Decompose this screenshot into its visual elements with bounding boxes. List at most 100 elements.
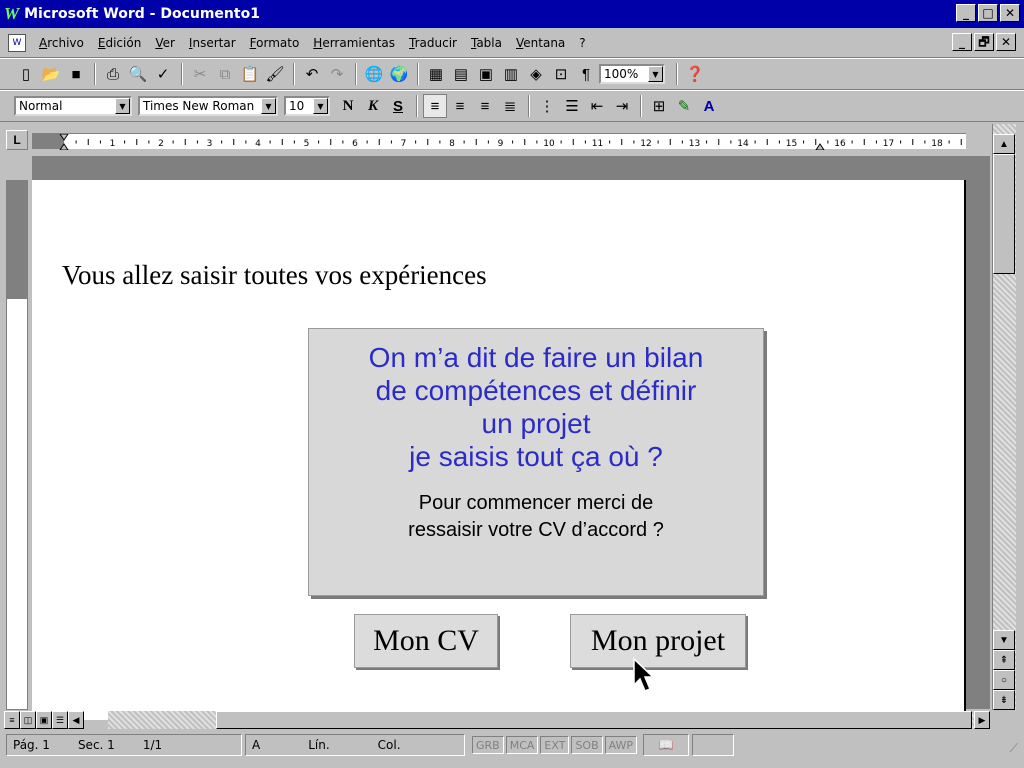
page[interactable]: Vous allez saisir toutes vos expériences… [32, 180, 966, 720]
normal-view-icon[interactable]: ≡ [4, 711, 20, 729]
style-select[interactable]: Normal ▼ [14, 96, 132, 116]
decrease-indent-icon[interactable]: ⇤ [585, 94, 609, 118]
drawing-icon[interactable]: ◈ [524, 62, 548, 86]
browse-object-icon[interactable]: ○ [993, 670, 1015, 690]
web-view-icon[interactable]: ◫ [20, 711, 36, 729]
style-value: Normal [19, 99, 63, 113]
hyperlink-icon[interactable]: 🌐 [362, 62, 386, 86]
chevron-down-icon[interactable]: ▼ [313, 98, 328, 114]
scroll-right-icon[interactable]: ▶ [974, 711, 990, 729]
horizontal-ruler[interactable]: 1 2 3 4 5 6 7 8 9 10 11 12 13 14 15 16 17 18 [32, 133, 966, 150]
maximize-button[interactable]: □ [978, 4, 998, 22]
status-flag-ext[interactable]: EXT [540, 736, 570, 754]
spelling-icon[interactable]: ✓ [151, 62, 175, 86]
zoom-select[interactable]: 100% ▼ [599, 64, 665, 84]
borders-icon[interactable]: ⊞ [647, 94, 671, 118]
ruler-row: L 1 2 3 4 5 6 7 8 9 10 11 12 13 14 15 16 17 18 [0, 124, 1024, 156]
insert-table-icon[interactable]: ▤ [449, 62, 473, 86]
web-toolbar-icon[interactable]: 🌍 [387, 62, 411, 86]
tables-borders-icon[interactable]: ▦ [424, 62, 448, 86]
align-right-icon[interactable]: ≡ [473, 94, 497, 118]
insert-excel-icon[interactable]: ▣ [474, 62, 498, 86]
increase-indent-icon[interactable]: ⇥ [610, 94, 634, 118]
numbering-icon[interactable]: ⋮ [535, 94, 559, 118]
font-value: Times New Roman [143, 99, 255, 113]
menu-ver[interactable]: Ver [148, 36, 182, 50]
open-icon[interactable]: 📂 [39, 62, 63, 86]
highlight-icon[interactable]: ✎ [672, 94, 696, 118]
align-left-icon[interactable]: ≡ [423, 94, 447, 118]
scroll-thumb[interactable] [993, 154, 1015, 274]
next-page-icon[interactable]: ⇟ [993, 690, 1015, 710]
status-page-panel: Pág. 1 Sec. 1 1/1 [6, 734, 242, 756]
print-icon[interactable]: ⎙ [101, 62, 125, 86]
outline-view-icon[interactable]: ☰ [52, 711, 68, 729]
status-empty-panel-2 [737, 734, 947, 756]
copy-icon[interactable]: ⧉ [213, 62, 237, 86]
vertical-ruler[interactable] [6, 180, 28, 710]
pilcrow-icon[interactable]: ¶ [574, 62, 598, 86]
font-select[interactable]: Times New Roman ▼ [138, 96, 278, 116]
underline-button[interactable]: S [386, 94, 410, 118]
status-flag-awp[interactable]: AWP [604, 736, 638, 754]
menu-traducir[interactable]: Traducir [402, 36, 464, 50]
italic-button[interactable]: K [361, 94, 385, 118]
menu-archivo[interactable]: Archivo [32, 36, 91, 50]
bold-button[interactable]: N [336, 94, 360, 118]
scroll-up-icon[interactable]: ▲ [993, 134, 1015, 154]
tab-selector[interactable]: L [6, 130, 28, 150]
chevron-down-icon[interactable]: ▼ [115, 98, 130, 114]
format-painter-icon[interactable]: 🖌 [263, 62, 287, 86]
menu-edicion[interactable]: Edición [91, 36, 148, 50]
align-center-icon[interactable]: ≡ [448, 94, 472, 118]
menu-help[interactable]: ? [572, 36, 592, 50]
redo-icon[interactable]: ↷ [325, 62, 349, 86]
bullets-icon[interactable]: ☰ [560, 94, 584, 118]
status-flag-grb[interactable]: GRB [472, 736, 504, 754]
status-flag-sob[interactable]: SOB [571, 736, 603, 754]
help-icon[interactable]: ❓ [683, 62, 707, 86]
menu-ventana[interactable]: Ventana [509, 36, 572, 50]
scroll-down-icon[interactable]: ▼ [993, 630, 1015, 650]
close-button[interactable]: ✕ [1000, 4, 1020, 22]
new-document-icon[interactable]: ▯ [14, 62, 38, 86]
popup-sub-line: ressaisir votre CV d’accord ? [408, 519, 664, 541]
font-color-icon[interactable]: A [697, 94, 721, 118]
font-size-select[interactable]: 10 ▼ [284, 96, 330, 116]
document-map-icon[interactable]: ⊡ [549, 62, 573, 86]
menu-formato[interactable]: Formato [243, 36, 307, 50]
ruler-number: 1 [110, 139, 116, 149]
mon-cv-button[interactable]: Mon CV [354, 614, 498, 668]
horizontal-scroll-thumb[interactable] [216, 711, 972, 729]
doc-minimize-button[interactable]: _ [952, 33, 972, 51]
menu-herramientas[interactable]: Herramientas [306, 36, 402, 50]
doc-close-button[interactable]: ✕ [996, 33, 1016, 51]
doc-restore-button[interactable]: 🗗 [974, 33, 994, 51]
chevron-down-icon[interactable]: ▼ [648, 66, 663, 82]
status-line: Lín. [308, 738, 330, 752]
menu-insertar[interactable]: Insertar [182, 36, 243, 50]
right-indent-marker-icon[interactable] [815, 143, 825, 150]
status-flag-mca[interactable]: MCA [505, 736, 539, 754]
paste-icon[interactable]: 📋 [238, 62, 262, 86]
minimize-button[interactable]: _ [956, 4, 976, 22]
scroll-left-icon[interactable]: ◀ [68, 711, 84, 729]
ruler-number: 8 [449, 139, 455, 149]
justify-icon[interactable]: ≣ [498, 94, 522, 118]
ruler-number: 11 [592, 139, 603, 149]
print-preview-icon[interactable]: 🔍 [126, 62, 150, 86]
save-icon[interactable]: ■ [64, 62, 88, 86]
columns-icon[interactable]: ▥ [499, 62, 523, 86]
document-menu-icon[interactable]: W [8, 33, 26, 52]
cut-icon[interactable]: ✂ [188, 62, 212, 86]
menu-tabla[interactable]: Tabla [464, 36, 509, 50]
chevron-down-icon[interactable]: ▼ [261, 98, 276, 114]
spelling-status-icon[interactable]: 📖 [643, 734, 690, 756]
status-section: Sec. 1 [77, 738, 115, 752]
resize-grip-icon[interactable]: ⟋ [1010, 741, 1018, 756]
indent-marker-icon[interactable] [59, 134, 69, 150]
previous-page-icon[interactable]: ⇞ [993, 650, 1015, 670]
undo-icon[interactable]: ↶ [300, 62, 324, 86]
vertical-scrollbar[interactable]: ▲ ▼ ⇞ ○ ⇟ [992, 124, 1016, 710]
page-view-icon[interactable]: ▣ [36, 711, 52, 729]
